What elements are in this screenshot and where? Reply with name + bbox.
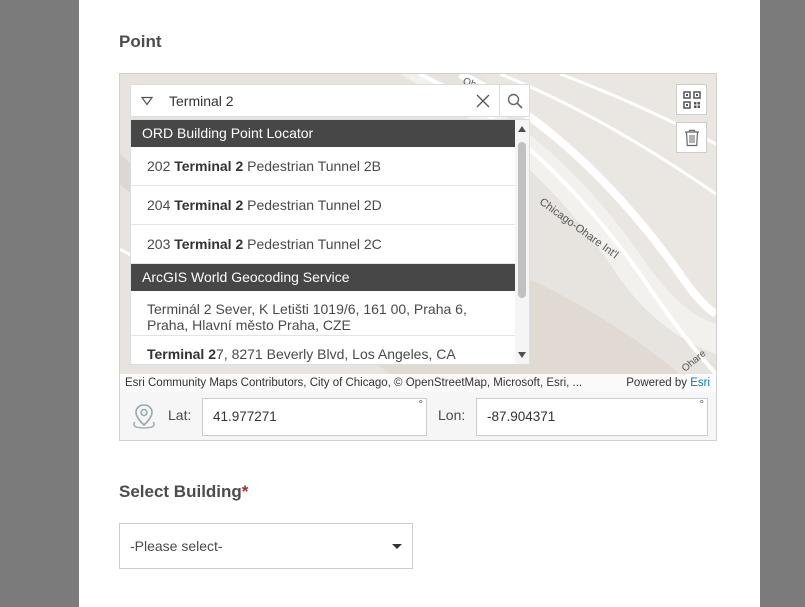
lat-input[interactable]: 41.977271 ° <box>202 398 427 436</box>
trash-icon <box>684 129 699 146</box>
map-widget: Chicago-Ohare Int'l Ohare Ohare <box>119 73 717 441</box>
suggestion-group-header: ORD Building Point Locator <box>131 120 516 147</box>
suggestion-group-header: ArcGIS World Geocoding Service <box>131 264 516 291</box>
search-widget <box>130 84 530 117</box>
search-icon <box>507 93 523 109</box>
suggestion-item[interactable]: 202 Terminal 2 Pedestrian Tunnel 2B <box>131 147 516 186</box>
chevron-down-icon <box>141 96 153 106</box>
delete-tool-button[interactable] <box>676 122 707 153</box>
building-select[interactable]: -Please select- <box>119 523 413 569</box>
attribution-text: Esri Community Maps Contributors, City o… <box>125 377 583 389</box>
scroll-down-arrow-icon[interactable] <box>518 352 526 358</box>
lat-label: Lat: <box>168 407 192 423</box>
search-source-toggle[interactable] <box>131 85 163 116</box>
select-tool-button[interactable] <box>676 84 707 115</box>
map-view[interactable]: Chicago-Ohare Int'l Ohare Ohare <box>120 74 716 392</box>
form-panel: Point Chicago-Ohare Int'l Ohare Ohare <box>79 0 760 607</box>
point-section-title: Point <box>119 32 162 51</box>
degree-symbol: ° <box>418 399 423 411</box>
close-icon <box>476 94 490 107</box>
coordinates-bar: Lat: 41.977271 ° Lon: -87.904371 ° <box>120 392 716 440</box>
search-input[interactable] <box>169 92 459 110</box>
suggestion-item[interactable]: Terminál 2 Sever, K Letišti 1019/6, 161 … <box>131 291 516 336</box>
search-button[interactable] <box>499 85 530 116</box>
scroll-up-arrow-icon[interactable] <box>518 126 526 132</box>
dropdown-caret-icon <box>392 544 402 549</box>
lon-input[interactable]: -87.904371 ° <box>476 398 708 436</box>
building-section-title: Select Building* <box>119 482 249 501</box>
scroll-thumb[interactable] <box>518 142 526 298</box>
suggestion-scrollbar[interactable] <box>515 120 529 364</box>
powered-by: Powered by Esri <box>626 377 710 389</box>
suggestion-list: ORD Building Point Locator 202 Terminal … <box>131 120 516 364</box>
search-suggestions: ORD Building Point Locator 202 Terminal … <box>130 119 530 365</box>
qr-select-icon <box>682 90 701 109</box>
building-select-value: -Please select- <box>130 538 223 554</box>
degree-symbol: ° <box>699 399 704 411</box>
clear-search-button[interactable] <box>471 85 495 116</box>
lon-label: Lon: <box>438 407 466 423</box>
suggestion-item[interactable]: 204 Terminal 2 Pedestrian Tunnel 2D <box>131 186 516 225</box>
suggestion-item[interactable]: Terminal 27, 8271 Beverly Blvd, Los Ange… <box>131 336 516 364</box>
required-marker: * <box>241 482 249 501</box>
location-pin-icon[interactable] <box>130 402 158 430</box>
suggestion-item[interactable]: 203 Terminal 2 Pedestrian Tunnel 2C <box>131 225 516 264</box>
